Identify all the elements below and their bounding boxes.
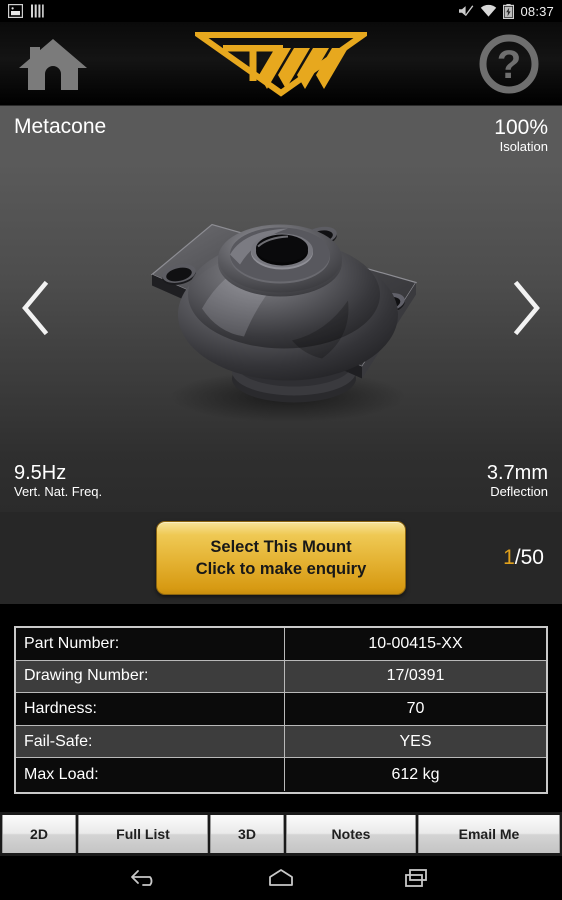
- cta-bar: Select This Mount Click to make enquiry …: [0, 512, 562, 604]
- product-title-bar: Metacone 100% Isolation: [0, 106, 562, 162]
- deflection-value: 3.7mm: [486, 462, 548, 484]
- bottom-tab-bar: 2D Full List 3D Notes Email Me: [0, 812, 562, 856]
- screenshot-icon: [8, 4, 23, 18]
- header-help-button[interactable]: ?: [470, 33, 548, 95]
- android-home-icon: [269, 869, 293, 886]
- nav-recents-button[interactable]: [393, 861, 441, 895]
- status-clock: 08:37: [520, 3, 554, 19]
- deflection-label: Deflection: [490, 484, 548, 499]
- frequency-value: 9.5Hz: [14, 462, 67, 484]
- counter-total: /50: [514, 546, 544, 569]
- table-row: Hardness: 70: [16, 693, 546, 726]
- home-icon: [19, 38, 87, 90]
- nav-home-button[interactable]: [257, 861, 305, 895]
- table-key: Fail-Safe:: [16, 725, 285, 758]
- tab-email-me[interactable]: Email Me: [418, 815, 560, 853]
- app-root: 08:37 ? Metacone 100% Isolation 9.5Hz Ve…: [0, 0, 562, 900]
- isolation-block: 100% Isolation: [494, 116, 548, 154]
- app-header: ?: [0, 22, 562, 106]
- metacone-mount-render: [150, 223, 417, 423]
- header-home-button[interactable]: [14, 33, 92, 95]
- bars-icon: [31, 4, 44, 18]
- select-mount-line2: Click to make enquiry: [195, 560, 367, 578]
- status-icons-left: [8, 4, 44, 18]
- table-row: Fail-Safe: YES: [16, 725, 546, 759]
- isolation-label: Isolation: [499, 138, 548, 154]
- table-key: Max Load:: [16, 758, 285, 791]
- table-row: Part Number: 10-00415-XX: [16, 628, 546, 661]
- android-nav-bar: [0, 856, 562, 900]
- table-key: Part Number:: [16, 628, 285, 660]
- tab-3d[interactable]: 3D: [210, 815, 284, 853]
- chevron-right-icon: [513, 280, 540, 336]
- mount-counter: 1/50: [503, 546, 544, 570]
- table-value: 612 kg: [391, 765, 440, 783]
- help-icon: ?: [479, 34, 539, 93]
- table-key: Hardness:: [16, 693, 285, 725]
- product-image[interactable]: [116, 191, 446, 426]
- table-value: YES: [399, 732, 432, 750]
- table-value: 17/0391: [386, 667, 445, 685]
- recents-icon: [405, 869, 427, 887]
- table-row: Drawing Number: 17/0391: [16, 660, 546, 694]
- select-mount-line1: Select This Mount: [210, 537, 352, 556]
- page-title: Metacone: [14, 115, 107, 138]
- battery-charging-icon: [503, 3, 515, 19]
- tww-logo-icon: [195, 31, 367, 97]
- back-arrow-icon: [131, 870, 153, 886]
- spec-summary-bar: 9.5Hz Vert. Nat. Freq. 3.7mm Deflection: [0, 454, 562, 512]
- android-status-bar: 08:37: [0, 0, 562, 22]
- table-key: Drawing Number:: [16, 660, 285, 693]
- svg-text:?: ?: [497, 43, 521, 87]
- frequency-label: Vert. Nat. Freq.: [14, 484, 103, 499]
- next-mount-button[interactable]: [498, 271, 554, 345]
- product-viewer: [0, 162, 562, 454]
- spec-table: Part Number: 10-00415-XX Drawing Number:…: [14, 626, 548, 794]
- frequency-spec: 9.5Hz Vert. Nat. Freq.: [14, 462, 102, 500]
- nav-back-button[interactable]: [121, 861, 169, 895]
- prev-mount-button[interactable]: [8, 271, 64, 345]
- wifi-icon: [481, 4, 497, 17]
- tab-full-list[interactable]: Full List: [78, 815, 208, 853]
- status-icons-right: 08:37: [458, 3, 554, 19]
- deflection-spec: 3.7mm Deflection: [487, 462, 548, 500]
- counter-current: 1: [503, 546, 515, 569]
- tww-logo: [191, 29, 371, 99]
- table-value: 70: [406, 699, 425, 717]
- select-mount-button[interactable]: Select This Mount Click to make enquiry: [156, 521, 406, 595]
- tab-2d[interactable]: 2D: [2, 815, 76, 853]
- tab-notes[interactable]: Notes: [286, 815, 416, 853]
- mute-icon: [459, 5, 474, 16]
- chevron-left-icon: [22, 280, 49, 336]
- isolation-value: 100%: [494, 116, 548, 139]
- table-row: Max Load: 612 kg: [16, 758, 546, 791]
- table-value: 10-00415-XX: [368, 634, 463, 652]
